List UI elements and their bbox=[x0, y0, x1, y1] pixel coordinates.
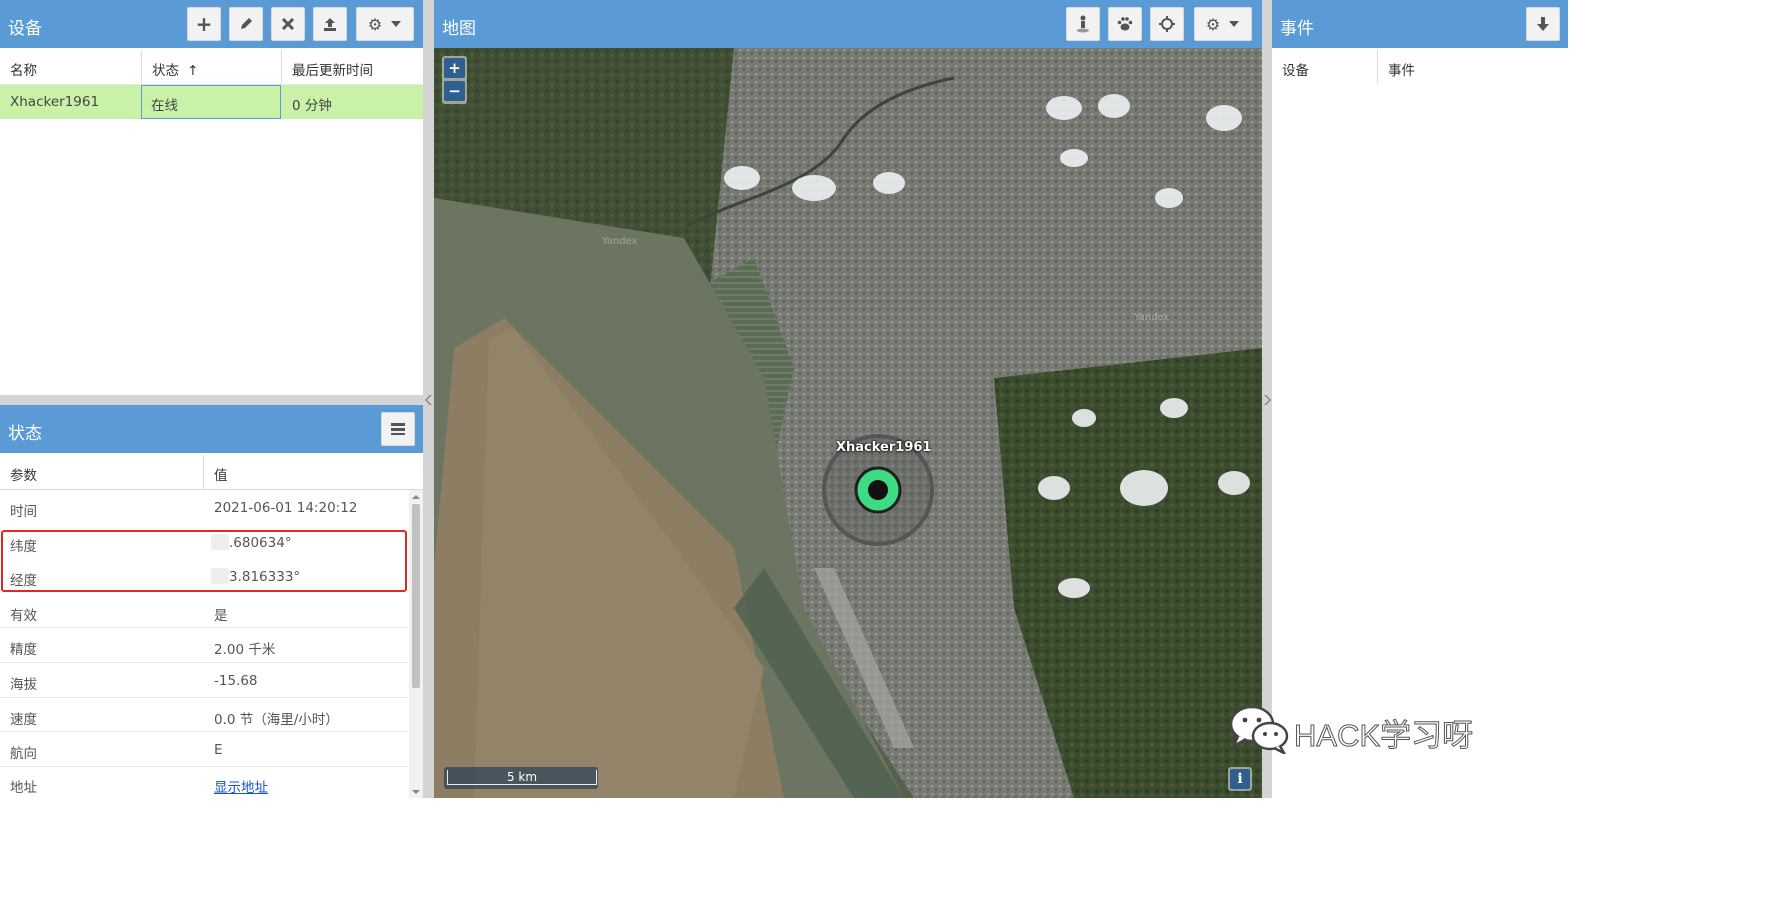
devices-header: 设备 + ⚙ bbox=[0, 0, 423, 48]
upload-button[interactable] bbox=[313, 7, 347, 41]
column-header-event[interactable]: 事件 bbox=[1388, 59, 1415, 79]
marker-label: Xhacker1961 bbox=[836, 440, 932, 455]
history-button[interactable] bbox=[1108, 7, 1142, 41]
param-value: 0.0 节（海里/小时） bbox=[214, 712, 339, 728]
param-label: 速度 bbox=[10, 712, 37, 728]
param-value: E bbox=[214, 742, 223, 758]
collapse-right-icon bbox=[1264, 394, 1272, 406]
download-icon bbox=[1537, 17, 1549, 31]
list-icon bbox=[391, 423, 405, 435]
scroll-down-icon[interactable] bbox=[409, 787, 423, 797]
status-row: 有效 是 bbox=[0, 594, 408, 628]
column-header-status[interactable]: 状态 ↑ bbox=[152, 59, 199, 79]
scroll-up-icon[interactable] bbox=[409, 492, 423, 502]
zoom-in-button[interactable]: + bbox=[444, 58, 465, 78]
column-divider bbox=[1377, 50, 1378, 84]
wechat-icon bbox=[1229, 705, 1289, 754]
column-divider bbox=[203, 455, 204, 489]
panel-splitter-right[interactable] bbox=[1262, 0, 1272, 798]
edit-icon bbox=[241, 18, 252, 29]
scale-bar-inner: 5 km bbox=[447, 770, 597, 785]
attribution-button[interactable]: i bbox=[1228, 767, 1252, 791]
crosshair-icon bbox=[1159, 16, 1175, 32]
events-collapse-button[interactable] bbox=[1526, 7, 1560, 41]
scale-label: 5 km bbox=[506, 770, 538, 784]
device-name: Xhacker1961 bbox=[10, 94, 100, 110]
add-icon: + bbox=[195, 12, 213, 36]
caret-down-icon bbox=[1229, 21, 1240, 27]
status-list-button[interactable] bbox=[381, 412, 415, 446]
paw-icon bbox=[1117, 17, 1133, 31]
column-divider bbox=[281, 50, 282, 84]
sort-asc-icon: ↑ bbox=[187, 63, 199, 79]
status-row: 地址 显示地址 bbox=[0, 767, 408, 798]
param-label: 时间 bbox=[10, 504, 37, 520]
status-row: 航向 E bbox=[0, 732, 408, 766]
param-value: 2021-06-01 14:20:12 bbox=[214, 500, 358, 516]
map-header: 地图 ⚙ bbox=[434, 0, 1262, 48]
upload-icon bbox=[324, 18, 336, 31]
column-header-device[interactable]: 设备 bbox=[1282, 59, 1309, 79]
caret-down-icon bbox=[391, 21, 402, 27]
column-divider bbox=[141, 50, 142, 84]
param-label: 精度 bbox=[10, 642, 37, 658]
info-icon: i bbox=[1230, 769, 1250, 789]
status-row: 精度 2.00 千米 bbox=[0, 628, 408, 662]
gear-icon: ⚙ bbox=[1205, 14, 1221, 34]
param-value: 2.00 千米 bbox=[214, 642, 276, 658]
panel-splitter-horizontal[interactable] bbox=[0, 395, 423, 405]
map-watermark-label: Yandex bbox=[1134, 312, 1170, 323]
zoom-out-button[interactable]: − bbox=[444, 81, 465, 101]
devices-title: 设备 bbox=[8, 19, 42, 39]
status-row: 时间 2021-06-01 14:20:12 bbox=[0, 490, 408, 524]
remove-device-button[interactable] bbox=[271, 7, 305, 41]
device-status: 在线 bbox=[151, 98, 178, 114]
column-header-value[interactable]: 值 bbox=[214, 464, 228, 484]
watermark-text: HACK学习呀 bbox=[1293, 718, 1474, 754]
scale-bar: 5 km bbox=[444, 767, 598, 789]
status-title: 状态 bbox=[8, 424, 42, 444]
column-header-param[interactable]: 参数 bbox=[10, 464, 37, 484]
param-label: 航向 bbox=[10, 746, 37, 762]
column-header-updated[interactable]: 最后更新时间 bbox=[292, 59, 373, 79]
events-title: 事件 bbox=[1280, 19, 1314, 39]
column-header-name[interactable]: 名称 bbox=[10, 59, 37, 79]
map-watermark-label: Yandex bbox=[602, 236, 638, 247]
param-label: 地址 bbox=[10, 780, 37, 796]
highlight-box bbox=[1, 530, 407, 592]
param-label: 海拔 bbox=[10, 677, 37, 693]
person-icon bbox=[1077, 15, 1089, 33]
events-header: 事件 bbox=[1272, 0, 1568, 48]
param-value: -15.68 bbox=[214, 673, 258, 689]
device-settings-button[interactable]: ⚙ bbox=[356, 7, 414, 41]
scroll-thumb[interactable] bbox=[412, 504, 420, 688]
status-scrollbar[interactable] bbox=[409, 490, 423, 798]
param-value: 是 bbox=[214, 608, 228, 624]
add-device-button[interactable]: + bbox=[187, 7, 221, 41]
device-updated: 0 分钟 bbox=[292, 98, 332, 114]
map-view[interactable]: Yandex Yandex + − Xhacker1961 5 km i bbox=[434, 48, 1262, 798]
param-label: 有效 bbox=[10, 608, 37, 624]
zoom-control: + − bbox=[442, 56, 467, 104]
follow-person-button[interactable] bbox=[1066, 7, 1100, 41]
remove-icon bbox=[281, 17, 295, 31]
panel-splitter-left[interactable] bbox=[423, 0, 434, 798]
wechat-watermark: HACK学习呀 bbox=[1228, 700, 1528, 760]
map-title: 地图 bbox=[442, 19, 476, 39]
device-row[interactable]: Xhacker1961 在线 0 分钟 bbox=[0, 85, 423, 119]
satellite-imagery bbox=[434, 48, 1262, 798]
map-settings-button[interactable]: ⚙ bbox=[1194, 7, 1252, 41]
gear-icon: ⚙ bbox=[367, 14, 383, 34]
show-address-link[interactable]: 显示地址 bbox=[214, 776, 268, 796]
status-header: 状态 bbox=[0, 405, 423, 453]
collapse-left-icon bbox=[424, 394, 432, 406]
status-row: 速度 0.0 节（海里/小时） bbox=[0, 698, 408, 732]
status-row: 海拔 -15.68 bbox=[0, 663, 408, 697]
edit-device-button[interactable] bbox=[229, 7, 263, 41]
device-status-cell: 在线 bbox=[141, 85, 281, 119]
locate-button[interactable] bbox=[1150, 7, 1184, 41]
